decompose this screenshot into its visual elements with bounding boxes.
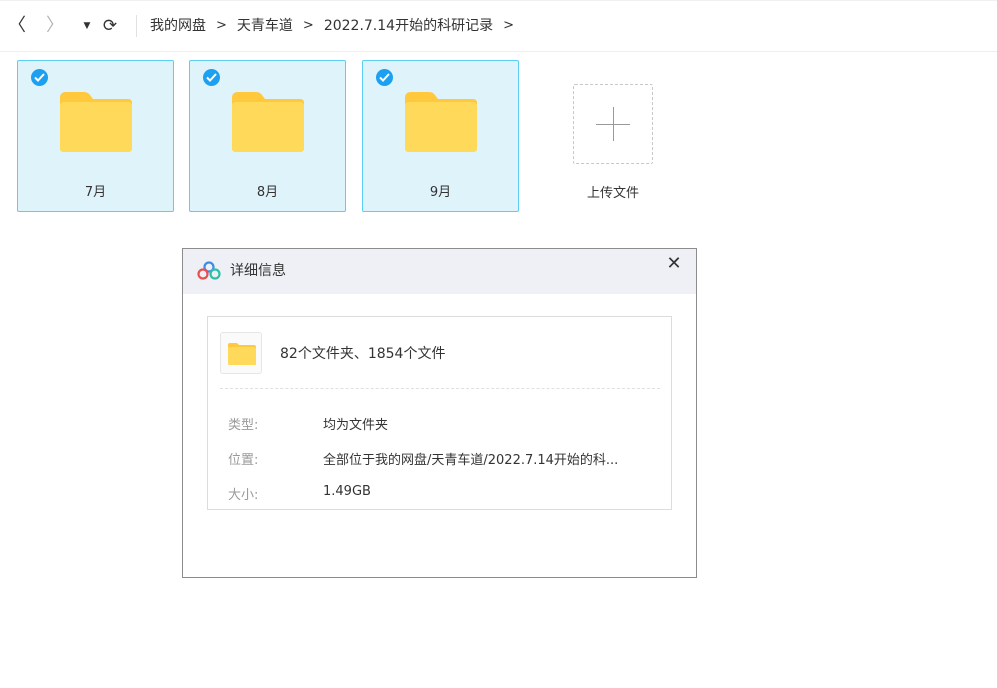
navigation-bar: 〈 〉 ▼ ⟳ 我的网盘 > 天青车道 > 2022.7.14开始的科研记录 > xyxy=(0,0,997,52)
dialog-title: 详细信息 xyxy=(230,263,286,279)
info-card: 82个文件夹、1854个文件 类型: 均为文件夹 位置: 全部位于我的网盘/天青… xyxy=(207,316,672,510)
folder-icon xyxy=(232,92,304,152)
checkmark-icon[interactable] xyxy=(376,69,393,86)
chevron-left-icon[interactable]: 〈 xyxy=(8,15,26,37)
checkmark-icon[interactable] xyxy=(203,69,220,86)
selection-summary: 82个文件夹、1854个文件 xyxy=(280,346,446,362)
upload-button[interactable] xyxy=(573,84,653,164)
info-key: 类型: xyxy=(228,418,259,433)
breadcrumb-item-my-drive[interactable]: 我的网盘 xyxy=(150,14,206,38)
refresh-icon[interactable]: ⟳ xyxy=(100,15,120,37)
breadcrumb-item-current[interactable]: 2022.7.14开始的科研记录 xyxy=(324,14,493,38)
info-key: 大小: xyxy=(228,488,259,503)
breadcrumb-separator[interactable]: > xyxy=(493,14,524,38)
folder-icon xyxy=(405,92,477,152)
folder-thumbnail xyxy=(220,332,262,374)
folder-name: 8月 xyxy=(256,185,279,200)
folder-icon xyxy=(228,343,256,365)
folder-name: 7月 xyxy=(84,185,107,200)
folder-name: 9月 xyxy=(429,185,452,200)
chevron-right-icon[interactable]: 〉 xyxy=(46,15,64,37)
plus-icon-vertical xyxy=(613,107,614,141)
top-border xyxy=(0,0,997,1)
breadcrumb-separator: > xyxy=(216,18,227,33)
details-dialog: 详细信息 ✕ 82个文件夹、1854个文件 类型: 均为文件夹 位置: 全部位于… xyxy=(182,248,697,578)
folder-item-august[interactable]: 8月 xyxy=(189,60,346,212)
info-value: 均为文件夹 xyxy=(323,418,389,433)
upload-label[interactable]: 上传文件 xyxy=(553,182,673,201)
divider xyxy=(220,388,660,389)
checkmark-icon[interactable] xyxy=(31,69,48,86)
close-icon[interactable]: ✕ xyxy=(664,253,684,274)
app-logo-icon xyxy=(197,261,221,280)
info-value: 全部位于我的网盘/天青车道/2022.7.14开始的科... xyxy=(323,453,619,468)
breadcrumb: 我的网盘 > 天青车道 > 2022.7.14开始的科研记录 > xyxy=(150,14,524,38)
folder-item-july[interactable]: 7月 xyxy=(17,60,174,212)
caret-down-icon[interactable]: ▼ xyxy=(81,15,93,37)
info-value: 1.49GB xyxy=(323,484,371,499)
folder-icon xyxy=(60,92,132,152)
info-key: 位置: xyxy=(228,453,259,468)
folder-item-september[interactable]: 9月 xyxy=(362,60,519,212)
breadcrumb-item-folder[interactable]: 天青车道 xyxy=(237,14,293,38)
toolbar-divider xyxy=(136,15,137,37)
dialog-header: 详细信息 ✕ xyxy=(183,249,696,294)
breadcrumb-separator: > xyxy=(302,18,314,33)
